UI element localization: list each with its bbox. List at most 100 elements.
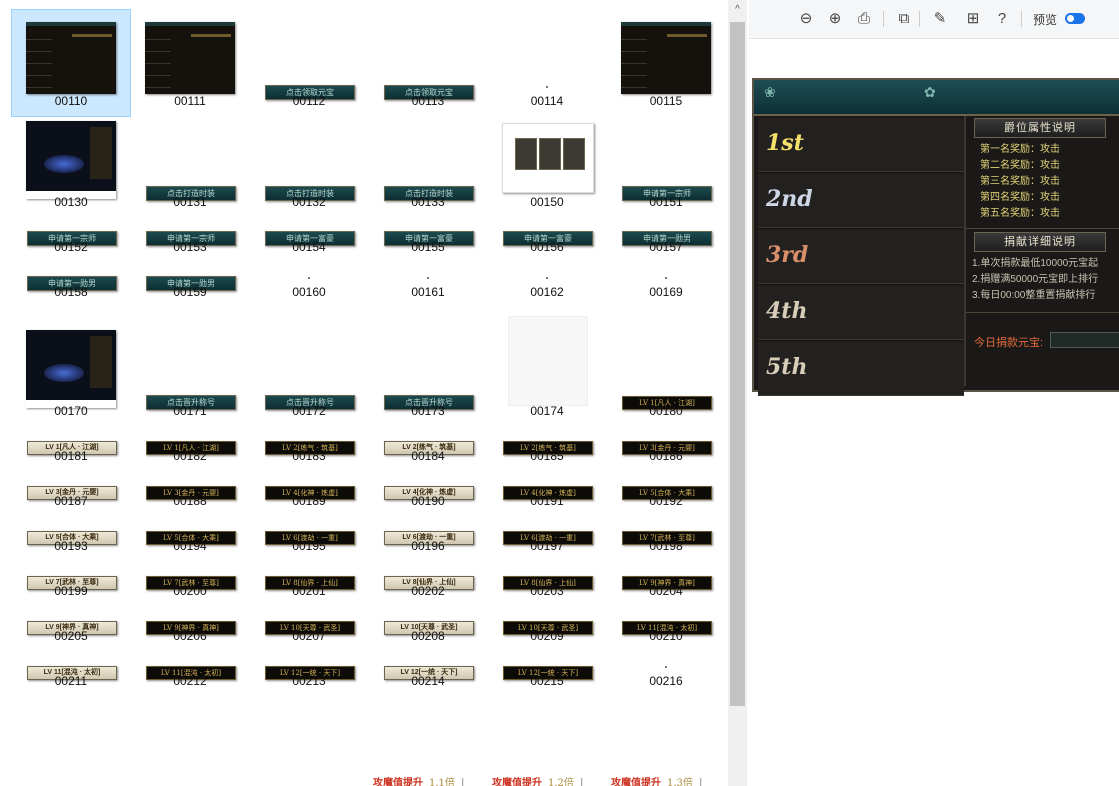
file-tile[interactable]: LV 4[化神 · 炼虚] 00189 <box>250 472 368 518</box>
file-tile[interactable]: LV 3[金丹 · 元婴] 00187 <box>12 472 130 518</box>
file-name: 00189 <box>292 494 326 508</box>
file-tile[interactable]: 申请第一宗师 00151 <box>607 111 725 219</box>
file-tile[interactable]: LV 11[混沌 · 太初] 00212 <box>131 652 249 698</box>
file-tile[interactable]: LV 8[仙界 · 上仙] 00203 <box>488 562 606 608</box>
file-tile[interactable]: 00130 <box>12 111 130 219</box>
file-tile[interactable]: LV 7[武林 · 至尊] 00200 <box>131 562 249 608</box>
edit-image-icon[interactable]: ✎ <box>931 10 949 28</box>
file-tile[interactable]: 点击领取元宝 00113 <box>369 10 487 118</box>
file-tile[interactable]: 00216 <box>607 652 725 698</box>
file-tile[interactable]: LV 5[合体 · 大乘] 00194 <box>131 517 249 563</box>
file-tile[interactable]: LV 10[天尊 · 武圣] 00209 <box>488 607 606 653</box>
file-tile[interactable]: 申请第一富豪 00154 <box>250 218 368 264</box>
file-tile[interactable]: 点击打造时装 00131 <box>131 111 249 219</box>
chevron-up-icon[interactable]: ^ <box>728 0 747 20</box>
partial-thumbnail[interactable]: 攻魔值提升 1.3倍 | <box>611 774 703 786</box>
file-tile[interactable]: LV 6[渡劫 · 一重] 00197 <box>488 517 606 563</box>
open-external-icon[interactable]: ⧉ <box>895 10 913 28</box>
file-tile[interactable]: LV 4[化神 · 炼虚] 00190 <box>369 472 487 518</box>
zoom-in-icon[interactable]: ⊕ <box>826 10 844 28</box>
file-name: 00204 <box>649 584 683 598</box>
file-tile[interactable]: LV 12[一统 · 天下] 00214 <box>369 652 487 698</box>
divider <box>966 312 1119 313</box>
file-tile[interactable]: LV 3[金丹 · 元婴] 00188 <box>131 472 249 518</box>
scroll-thumb[interactable] <box>730 22 745 706</box>
file-tile[interactable]: 点击领取元宝 00112 <box>250 10 368 118</box>
file-tile[interactable]: LV 11[混沌 · 太初] 00211 <box>12 652 130 698</box>
file-name: 00171 <box>173 404 207 418</box>
file-tile[interactable]: 申请第一勋男 00158 <box>12 263 130 309</box>
file-tile[interactable]: LV 3[金丹 · 元婴] 00186 <box>607 427 725 473</box>
file-tile[interactable]: LV 4[化神 · 炼虚] 00191 <box>488 472 606 518</box>
file-tile[interactable]: 点击打造时装 00132 <box>250 111 368 219</box>
partial-thumbnail[interactable]: 攻魔值提升 1.1倍 | <box>373 774 465 786</box>
file-tile[interactable]: LV 9[神界 · 真神] 00206 <box>131 607 249 653</box>
file-tile[interactable]: 点击晋升称号 00173 <box>369 320 487 428</box>
file-name: 00185 <box>530 449 564 463</box>
file-tile[interactable]: LV 2[练气 · 筑基] 00183 <box>250 427 368 473</box>
file-tile[interactable]: LV 9[神界 · 真神] 00204 <box>607 562 725 608</box>
file-tile[interactable]: LV 11[混沌 · 太初] 00210 <box>607 607 725 653</box>
file-name: 00211 <box>54 674 88 688</box>
thumbnail <box>665 666 667 668</box>
file-name: 00160 <box>292 285 326 299</box>
partial-thumbnail-text: 攻魔值提升 <box>492 778 542 786</box>
file-tile[interactable]: 00162 <box>488 263 606 309</box>
file-name: 00216 <box>649 674 683 688</box>
file-tile[interactable]: 00114 <box>488 10 606 118</box>
thumbnail-rank-row <box>145 30 171 40</box>
donate-label: 今日捐款元宝: <box>974 337 1044 349</box>
file-tile[interactable]: 申请第一宗师 00153 <box>131 218 249 264</box>
file-tile[interactable]: 点击晋升称号 00172 <box>250 320 368 428</box>
vertical-scrollbar[interactable]: ^ <box>728 0 747 786</box>
file-name: 00150 <box>530 195 564 209</box>
zoom-out-icon[interactable]: ⊖ <box>797 10 815 28</box>
file-tile[interactable]: 00161 <box>369 263 487 309</box>
file-tile[interactable]: 申请第一富豪 00155 <box>369 218 487 264</box>
file-tile[interactable]: LV 12[一统 · 天下] 00213 <box>250 652 368 698</box>
file-tile[interactable]: 00111 <box>131 10 249 118</box>
file-tile[interactable]: 点击打造时装 00133 <box>369 111 487 219</box>
print-icon[interactable]: ⎙ <box>855 10 873 28</box>
file-tile[interactable]: LV 5[合体 · 大乘] 00193 <box>12 517 130 563</box>
file-tile[interactable]: LV 6[渡劫 · 一重] 00195 <box>250 517 368 563</box>
file-tile[interactable]: LV 2[练气 · 筑基] 00185 <box>488 427 606 473</box>
file-name: 00170 <box>54 404 88 418</box>
file-tile[interactable]: 申请第一勋男 00159 <box>131 263 249 309</box>
file-tile[interactable]: LV 7[武林 · 至尊] 00199 <box>12 562 130 608</box>
file-tile[interactable]: LV 6[渡劫 · 一重] 00196 <box>369 517 487 563</box>
file-tile[interactable]: LV 7[武林 · 至尊] 00198 <box>607 517 725 563</box>
file-tile[interactable]: LV 1[凡人 · 江湖] 00180 <box>607 320 725 428</box>
file-tile[interactable]: LV 1[凡人 · 江湖] 00181 <box>12 427 130 473</box>
donate-amount-input[interactable] <box>1050 332 1119 348</box>
file-tile[interactable]: 申请第一勋男 00157 <box>607 218 725 264</box>
file-tile[interactable]: 点击晋升称号 00171 <box>131 320 249 428</box>
divider: | <box>579 778 584 786</box>
file-tile[interactable]: LV 8[仙界 · 上仙] 00202 <box>369 562 487 608</box>
file-tile[interactable]: 00170 <box>12 320 130 428</box>
file-name: 00205 <box>54 629 88 643</box>
preview-toggle[interactable] <box>1065 13 1085 24</box>
file-tile[interactable]: 00150 <box>488 111 606 219</box>
file-tile[interactable]: 00160 <box>250 263 368 309</box>
file-tile[interactable]: LV 9[神界 · 真神] 00205 <box>12 607 130 653</box>
rank-row: 5th <box>758 342 964 396</box>
help-icon[interactable]: ? <box>993 10 1011 28</box>
file-name: 00193 <box>54 539 88 553</box>
file-tile[interactable]: LV 10[天尊 · 武圣] 00208 <box>369 607 487 653</box>
file-tile[interactable]: 申请第一富豪 00156 <box>488 218 606 264</box>
file-tile[interactable]: LV 10[天尊 · 武圣] 00207 <box>250 607 368 653</box>
file-tile[interactable]: LV 12[一统 · 天下] 00215 <box>488 652 606 698</box>
thumbnail <box>665 277 667 279</box>
file-tile[interactable]: 00115 <box>607 10 725 118</box>
apps-icon[interactable]: ⊞ <box>964 10 982 28</box>
file-tile[interactable]: 申请第一宗师 00152 <box>12 218 130 264</box>
file-tile[interactable]: 00169 <box>607 263 725 309</box>
file-tile[interactable]: LV 2[练气 · 筑基] 00184 <box>369 427 487 473</box>
partial-thumbnail[interactable]: 攻魔值提升 1.2倍 | <box>492 774 584 786</box>
file-tile[interactable]: LV 5[合体 · 大乘] 00192 <box>607 472 725 518</box>
file-tile[interactable]: LV 1[凡人 · 江湖] 00182 <box>131 427 249 473</box>
file-tile[interactable]: LV 8[仙界 · 上仙] 00201 <box>250 562 368 608</box>
file-tile[interactable]: 00110 <box>11 9 131 118</box>
file-tile[interactable]: 00174 <box>488 316 606 428</box>
